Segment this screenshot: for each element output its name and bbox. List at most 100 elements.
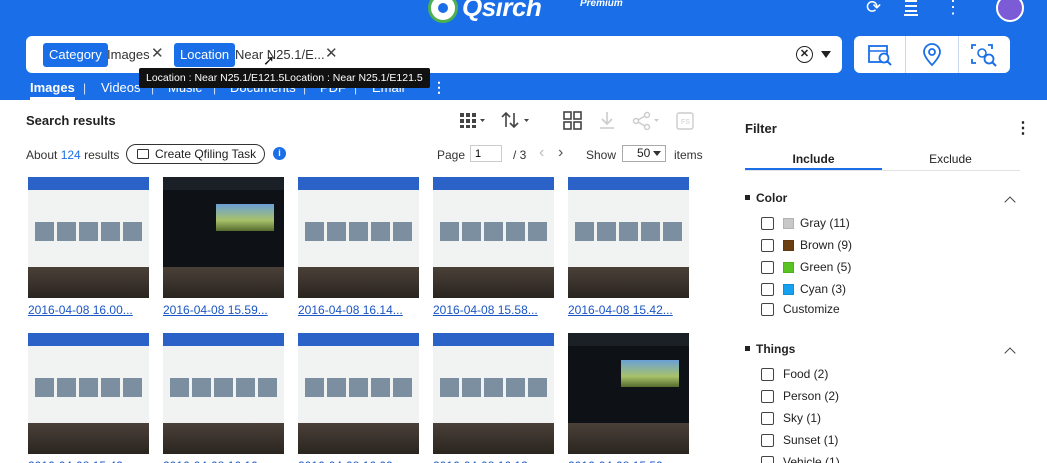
tab-videos[interactable]: Videos: [101, 80, 141, 95]
thumbnail-image: [163, 177, 284, 267]
share-icon[interactable]: [632, 111, 662, 133]
tab-separator: |: [83, 81, 87, 95]
result-filename-link[interactable]: 2016-04-08 16.10...: [163, 459, 268, 463]
about-suffix: results: [84, 148, 120, 162]
qsirch-logo-icon: [428, 0, 458, 23]
user-avatar[interactable]: [996, 0, 1024, 22]
chip-category-key[interactable]: Category: [43, 43, 108, 67]
thumbnail-image: [433, 177, 554, 267]
checkbox[interactable]: [761, 389, 774, 403]
grid-view-icon[interactable]: [459, 112, 485, 131]
page-number-input[interactable]: [470, 145, 502, 162]
refresh-icon[interactable]: ⟳: [866, 0, 881, 16]
tab-exclude[interactable]: Exclude: [882, 152, 1019, 166]
color-option-label: Green (5): [800, 260, 852, 274]
checkbox[interactable]: [761, 216, 774, 230]
create-qfiling-task-button[interactable]: Create Qfiling Task: [126, 144, 266, 164]
location-button[interactable]: [906, 36, 959, 73]
result-filename-link[interactable]: 2016-04-08 16.09...: [298, 459, 403, 463]
result-thumbnail[interactable]: [298, 177, 419, 298]
result-filename-link[interactable]: 2016-04-08 15.59...: [163, 303, 268, 317]
tab-include[interactable]: Include: [745, 152, 882, 166]
tasks-icon[interactable]: [903, 0, 919, 19]
things-option[interactable]: Sunset (1): [761, 432, 838, 448]
result-thumbnail[interactable]: [163, 333, 284, 454]
remove-location-chip-icon[interactable]: ✕: [325, 46, 338, 61]
search-tool-group: [854, 36, 1010, 73]
customize-color-option[interactable]: Customize: [761, 301, 840, 317]
customize-label: Customize: [783, 302, 840, 316]
color-swatch: [783, 217, 794, 229]
more-menu-icon[interactable]: ⋮: [944, 0, 962, 16]
checkbox[interactable]: [761, 260, 774, 274]
chip-category-value[interactable]: Images: [107, 43, 150, 67]
result-filename-link[interactable]: 2016-04-08 15.59...: [568, 459, 673, 463]
checkbox[interactable]: [761, 367, 774, 381]
info-icon[interactable]: i: [273, 147, 286, 160]
image-search-icon: [867, 44, 892, 66]
result-thumbnail[interactable]: [568, 177, 689, 298]
color-swatch: [783, 239, 794, 251]
things-option[interactable]: Sky (1): [761, 410, 821, 426]
remove-category-chip-icon[interactable]: ✕: [151, 46, 164, 61]
tab-images[interactable]: Images: [30, 80, 75, 100]
checkbox[interactable]: [761, 411, 774, 425]
sort-icon[interactable]: [501, 111, 531, 132]
checkbox[interactable]: [761, 238, 774, 252]
things-option-label: Person (2): [783, 389, 840, 403]
location-tooltip: Location : Near N25.1/E121.5Location : N…: [139, 68, 430, 88]
search-options-chevron-down-icon[interactable]: [821, 51, 831, 58]
things-option[interactable]: Person (2): [761, 388, 839, 404]
about-prefix: About: [26, 148, 58, 162]
result-filename-link[interactable]: 2016-04-08 16.14...: [298, 303, 403, 317]
things-section-title[interactable]: Things: [745, 342, 795, 356]
items-per-page-value: 50: [637, 146, 651, 160]
result-thumbnail[interactable]: [28, 177, 149, 298]
result-thumbnail[interactable]: [28, 333, 149, 454]
color-swatch: [783, 261, 794, 273]
result-thumbnail[interactable]: [433, 333, 554, 454]
result-thumbnail[interactable]: [433, 177, 554, 298]
result-filename-link[interactable]: 2016-04-08 15.58...: [433, 303, 538, 317]
image-search-button[interactable]: [854, 36, 907, 73]
page-label: Page: [437, 148, 466, 162]
color-option[interactable]: Gray (11): [761, 215, 850, 231]
color-option[interactable]: Brown (9): [761, 237, 852, 253]
filter-more-icon[interactable]: ⋮: [1015, 118, 1031, 138]
select-items-icon[interactable]: [563, 111, 582, 133]
color-option-label: Gray (11): [800, 216, 850, 230]
items-label: items: [674, 148, 703, 162]
things-option[interactable]: Vehicle (1): [761, 454, 840, 463]
result-thumbnail[interactable]: [298, 333, 419, 454]
previous-page-icon[interactable]: ‹: [539, 144, 544, 162]
download-icon[interactable]: [598, 111, 616, 133]
color-option[interactable]: Green (5): [761, 259, 851, 275]
face-search-button[interactable]: [959, 36, 1010, 73]
result-filename-link[interactable]: 2016-04-08 15.42...: [28, 459, 133, 463]
next-page-icon[interactable]: ›: [558, 144, 563, 162]
color-section-title[interactable]: Color: [745, 191, 787, 205]
checkbox[interactable]: [761, 433, 774, 447]
color-collapse-chevron-up-icon[interactable]: [1004, 196, 1016, 208]
chip-location-key[interactable]: Location: [174, 43, 236, 67]
file-station-icon[interactable]: FS: [676, 112, 694, 133]
more-tabs-icon[interactable]: ⋮: [432, 79, 446, 96]
face-search-icon: [971, 43, 998, 67]
thumbnail-image: [163, 333, 284, 423]
checkbox[interactable]: [761, 302, 774, 316]
clear-search-icon[interactable]: ✕: [796, 46, 813, 63]
result-filename-link[interactable]: 2016-04-08 16.13...: [433, 459, 538, 463]
checkbox[interactable]: [761, 282, 774, 296]
items-per-page-select[interactable]: 50: [622, 145, 666, 162]
result-thumbnail[interactable]: [163, 177, 284, 298]
result-thumbnail[interactable]: [568, 333, 689, 454]
chip-location-value[interactable]: Near N25.1/E...: [235, 43, 325, 67]
things-option[interactable]: Food (2): [761, 366, 828, 382]
result-filename-link[interactable]: 2016-04-08 15.42...: [568, 303, 673, 317]
things-collapse-chevron-up-icon[interactable]: [1004, 347, 1016, 359]
color-option-label: Brown (9): [800, 238, 853, 252]
color-option[interactable]: Cyan (3): [761, 281, 846, 297]
qsirch-logo[interactable]: Qsirch Premium: [428, 0, 623, 23]
result-filename-link[interactable]: 2016-04-08 16.00...: [28, 303, 133, 317]
checkbox[interactable]: [761, 455, 774, 463]
